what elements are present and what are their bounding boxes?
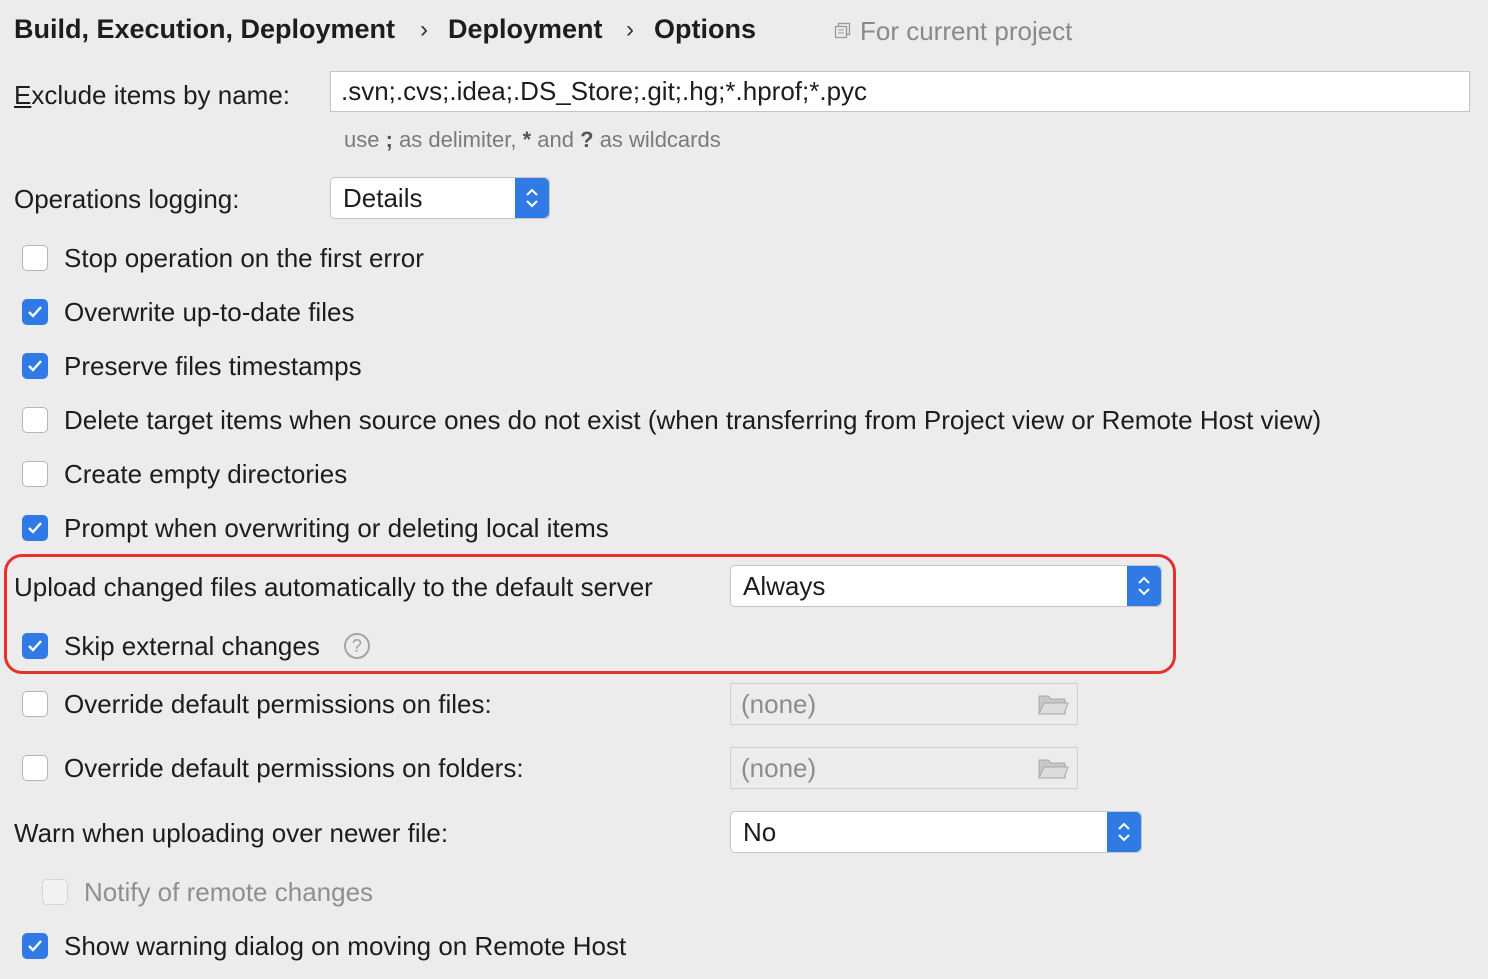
operations-logging-label: Operations logging: bbox=[14, 184, 240, 214]
operations-logging-select[interactable]: Details bbox=[330, 177, 550, 219]
delete-target-items-checkbox[interactable]: Delete target items when source ones do … bbox=[22, 403, 1321, 437]
checkbox-box bbox=[42, 879, 68, 905]
scope-label: For current project bbox=[860, 16, 1073, 46]
folder-icon bbox=[1037, 756, 1069, 787]
warn-uploading-label: Warn when uploading over newer file: bbox=[14, 818, 449, 848]
checkbox-box[interactable] bbox=[22, 515, 48, 541]
hint-star: * bbox=[522, 127, 532, 152]
checkbox-label: Prompt when overwriting or deleting loca… bbox=[64, 512, 609, 543]
warn-uploading-value: No bbox=[743, 816, 777, 847]
copy-icon bbox=[834, 16, 852, 47]
checkbox-box[interactable] bbox=[22, 407, 48, 433]
override-folder-permissions-checkbox[interactable]: Override default permissions on folders: bbox=[22, 751, 524, 785]
checkbox-box[interactable] bbox=[22, 353, 48, 379]
checkbox-label: Overwrite up-to-date files bbox=[64, 296, 355, 327]
operations-logging-value: Details bbox=[343, 182, 423, 213]
hint-question: ? bbox=[580, 127, 594, 152]
checkbox-box[interactable] bbox=[22, 245, 48, 271]
exclude-label-rest: xclude items by name: bbox=[31, 80, 291, 110]
scope-indicator: For current project bbox=[834, 16, 1072, 47]
folder-icon bbox=[1037, 692, 1069, 723]
chevron-up-down-icon bbox=[515, 178, 549, 218]
breadcrumb-separator: › bbox=[420, 16, 428, 43]
checkbox-label: Notify of remote changes bbox=[84, 876, 374, 907]
chevron-up-down-icon bbox=[1107, 812, 1141, 852]
hint-text: and bbox=[537, 127, 574, 152]
checkbox-label: Show warning dialog on moving on Remote … bbox=[64, 930, 627, 961]
notify-remote-changes-checkbox: Notify of remote changes bbox=[42, 875, 373, 909]
checkbox-label: Override default permissions on files: bbox=[64, 688, 492, 719]
override-file-permissions-checkbox[interactable]: Override default permissions on files: bbox=[22, 687, 492, 721]
hint-text: as delimiter, bbox=[399, 127, 517, 152]
checkbox-label: Skip external changes bbox=[64, 630, 320, 661]
checkmark-icon bbox=[28, 940, 42, 952]
preserve-timestamps-checkbox[interactable]: Preserve files timestamps bbox=[22, 349, 362, 383]
breadcrumb-options: Options bbox=[654, 14, 756, 44]
checkbox-box[interactable] bbox=[22, 933, 48, 959]
checkbox-box[interactable] bbox=[22, 461, 48, 487]
breadcrumb-build-execution-deployment[interactable]: Build, Execution, Deployment bbox=[14, 14, 395, 45]
file-permissions-field: (none) bbox=[730, 683, 1078, 725]
hint-semicolon: ; bbox=[385, 127, 393, 152]
checkbox-label: Create empty directories bbox=[64, 458, 348, 489]
hint-text: use bbox=[344, 127, 380, 152]
file-permissions-value: (none) bbox=[741, 688, 817, 719]
exclude-label-mnemonic: E bbox=[14, 80, 32, 110]
upload-automatically-value: Always bbox=[743, 570, 826, 601]
exclude-hint: use ; as delimiter, * and ? as wildcards bbox=[344, 127, 721, 153]
overwrite-up-to-date-checkbox[interactable]: Overwrite up-to-date files bbox=[22, 295, 354, 329]
chevron-up-down-icon bbox=[1127, 566, 1161, 606]
folder-permissions-field: (none) bbox=[730, 747, 1078, 789]
checkmark-icon bbox=[28, 360, 42, 372]
checkbox-label: Delete target items when source ones do … bbox=[64, 404, 1322, 435]
exclude-label: Exclude items by name: bbox=[14, 80, 290, 111]
warn-uploading-select[interactable]: No bbox=[730, 811, 1142, 853]
breadcrumb-separator: › bbox=[626, 16, 634, 43]
exclude-items-input[interactable]: .svn;.cvs;.idea;.DS_Store;.git;.hg;*.hpr… bbox=[330, 71, 1470, 112]
checkbox-box[interactable] bbox=[22, 755, 48, 781]
show-warning-dialog-checkbox[interactable]: Show warning dialog on moving on Remote … bbox=[22, 929, 626, 963]
checkbox-label: Preserve files timestamps bbox=[64, 350, 362, 381]
stop-on-first-error-checkbox[interactable]: Stop operation on the first error bbox=[22, 241, 424, 275]
checkmark-icon bbox=[28, 306, 42, 318]
create-empty-directories-checkbox[interactable]: Create empty directories bbox=[22, 457, 347, 491]
hint-text: as wildcards bbox=[599, 127, 721, 152]
upload-automatically-select[interactable]: Always bbox=[730, 565, 1162, 607]
help-icon[interactable]: ? bbox=[343, 633, 370, 659]
checkbox-box[interactable] bbox=[22, 299, 48, 325]
checkmark-icon bbox=[28, 522, 42, 534]
checkmark-icon bbox=[28, 640, 42, 652]
checkbox-box[interactable] bbox=[22, 691, 48, 717]
checkbox-label: Override default permissions on folders: bbox=[64, 752, 524, 783]
breadcrumb-deployment[interactable]: Deployment bbox=[448, 14, 603, 45]
prompt-overwriting-checkbox[interactable]: Prompt when overwriting or deleting loca… bbox=[22, 511, 609, 545]
folder-permissions-value: (none) bbox=[741, 752, 817, 783]
checkbox-box[interactable] bbox=[22, 633, 48, 659]
checkbox-label: Stop operation on the first error bbox=[64, 242, 424, 273]
skip-external-changes-checkbox[interactable]: Skip external changes ? bbox=[22, 629, 370, 663]
upload-automatically-label: Upload changed files automatically to th… bbox=[14, 572, 653, 602]
